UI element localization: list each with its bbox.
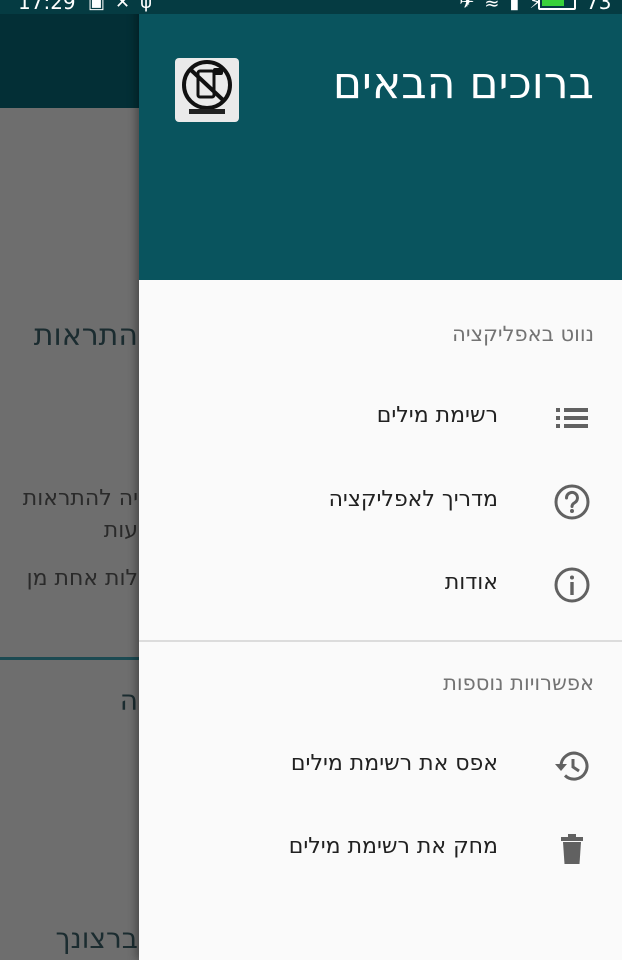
list-icon [553,399,591,437]
status-time: 17:29 [18,0,76,14]
background-heading: ברצונך [55,922,138,955]
battery-icon [538,0,576,10]
menu-item-about[interactable]: אודות [139,548,622,622]
drawer-header: ברוכים הבאים [139,14,622,280]
background-heading: התראות [33,318,138,353]
no-phone-logo-icon [175,58,239,122]
menu-item-label: מדריך לאפליקציה [328,487,498,512]
menu-item-label: אפס את רשימת מילים [290,751,498,776]
menu-item-delete-word-list[interactable]: מחק את רשימת מילים [139,812,622,886]
background-text: לות אחת מן [26,566,138,591]
menu-item-label: מחק את רשימת מילים [288,834,498,859]
menu-item-app-guide[interactable]: מדריך לאפליקציה [139,465,622,539]
help-circle-icon [553,483,591,521]
menu-item-label: רשימת מילים [376,403,498,428]
background-text: יה להתראות [22,486,138,511]
background-text: עות [103,518,138,543]
menu-item-label: אודות [444,570,498,595]
menu-item-word-list[interactable]: רשימת מילים [139,381,622,455]
drawer-divider [139,640,622,642]
menu-item-reset-word-list[interactable]: אפס את רשימת מילים [139,729,622,803]
screen: התראות יה להתראות עות לות אחת מן ה ברצונ… [0,0,622,960]
battery-level: 73 [586,0,612,14]
background-divider [0,657,140,660]
background-heading: ה [119,684,138,717]
section-header-more-options: אפשרויות נוספות [443,671,594,695]
drawer-title: ברוכים הבאים [332,58,594,109]
battery-fill [542,0,564,6]
section-header-navigate: נווט באפליקציה [452,322,594,346]
history-reset-icon [553,747,591,785]
status-bar: 17:29 ▣✕ψ ✈︎≋▮⚡ 73 [0,0,622,14]
navigation-drawer: ברוכים הבאים נווט באפליקציה רשימת מילים [139,0,622,960]
info-circle-icon [553,566,591,604]
trash-icon [553,830,591,868]
notification-icons: ▣✕ψ [88,0,162,13]
